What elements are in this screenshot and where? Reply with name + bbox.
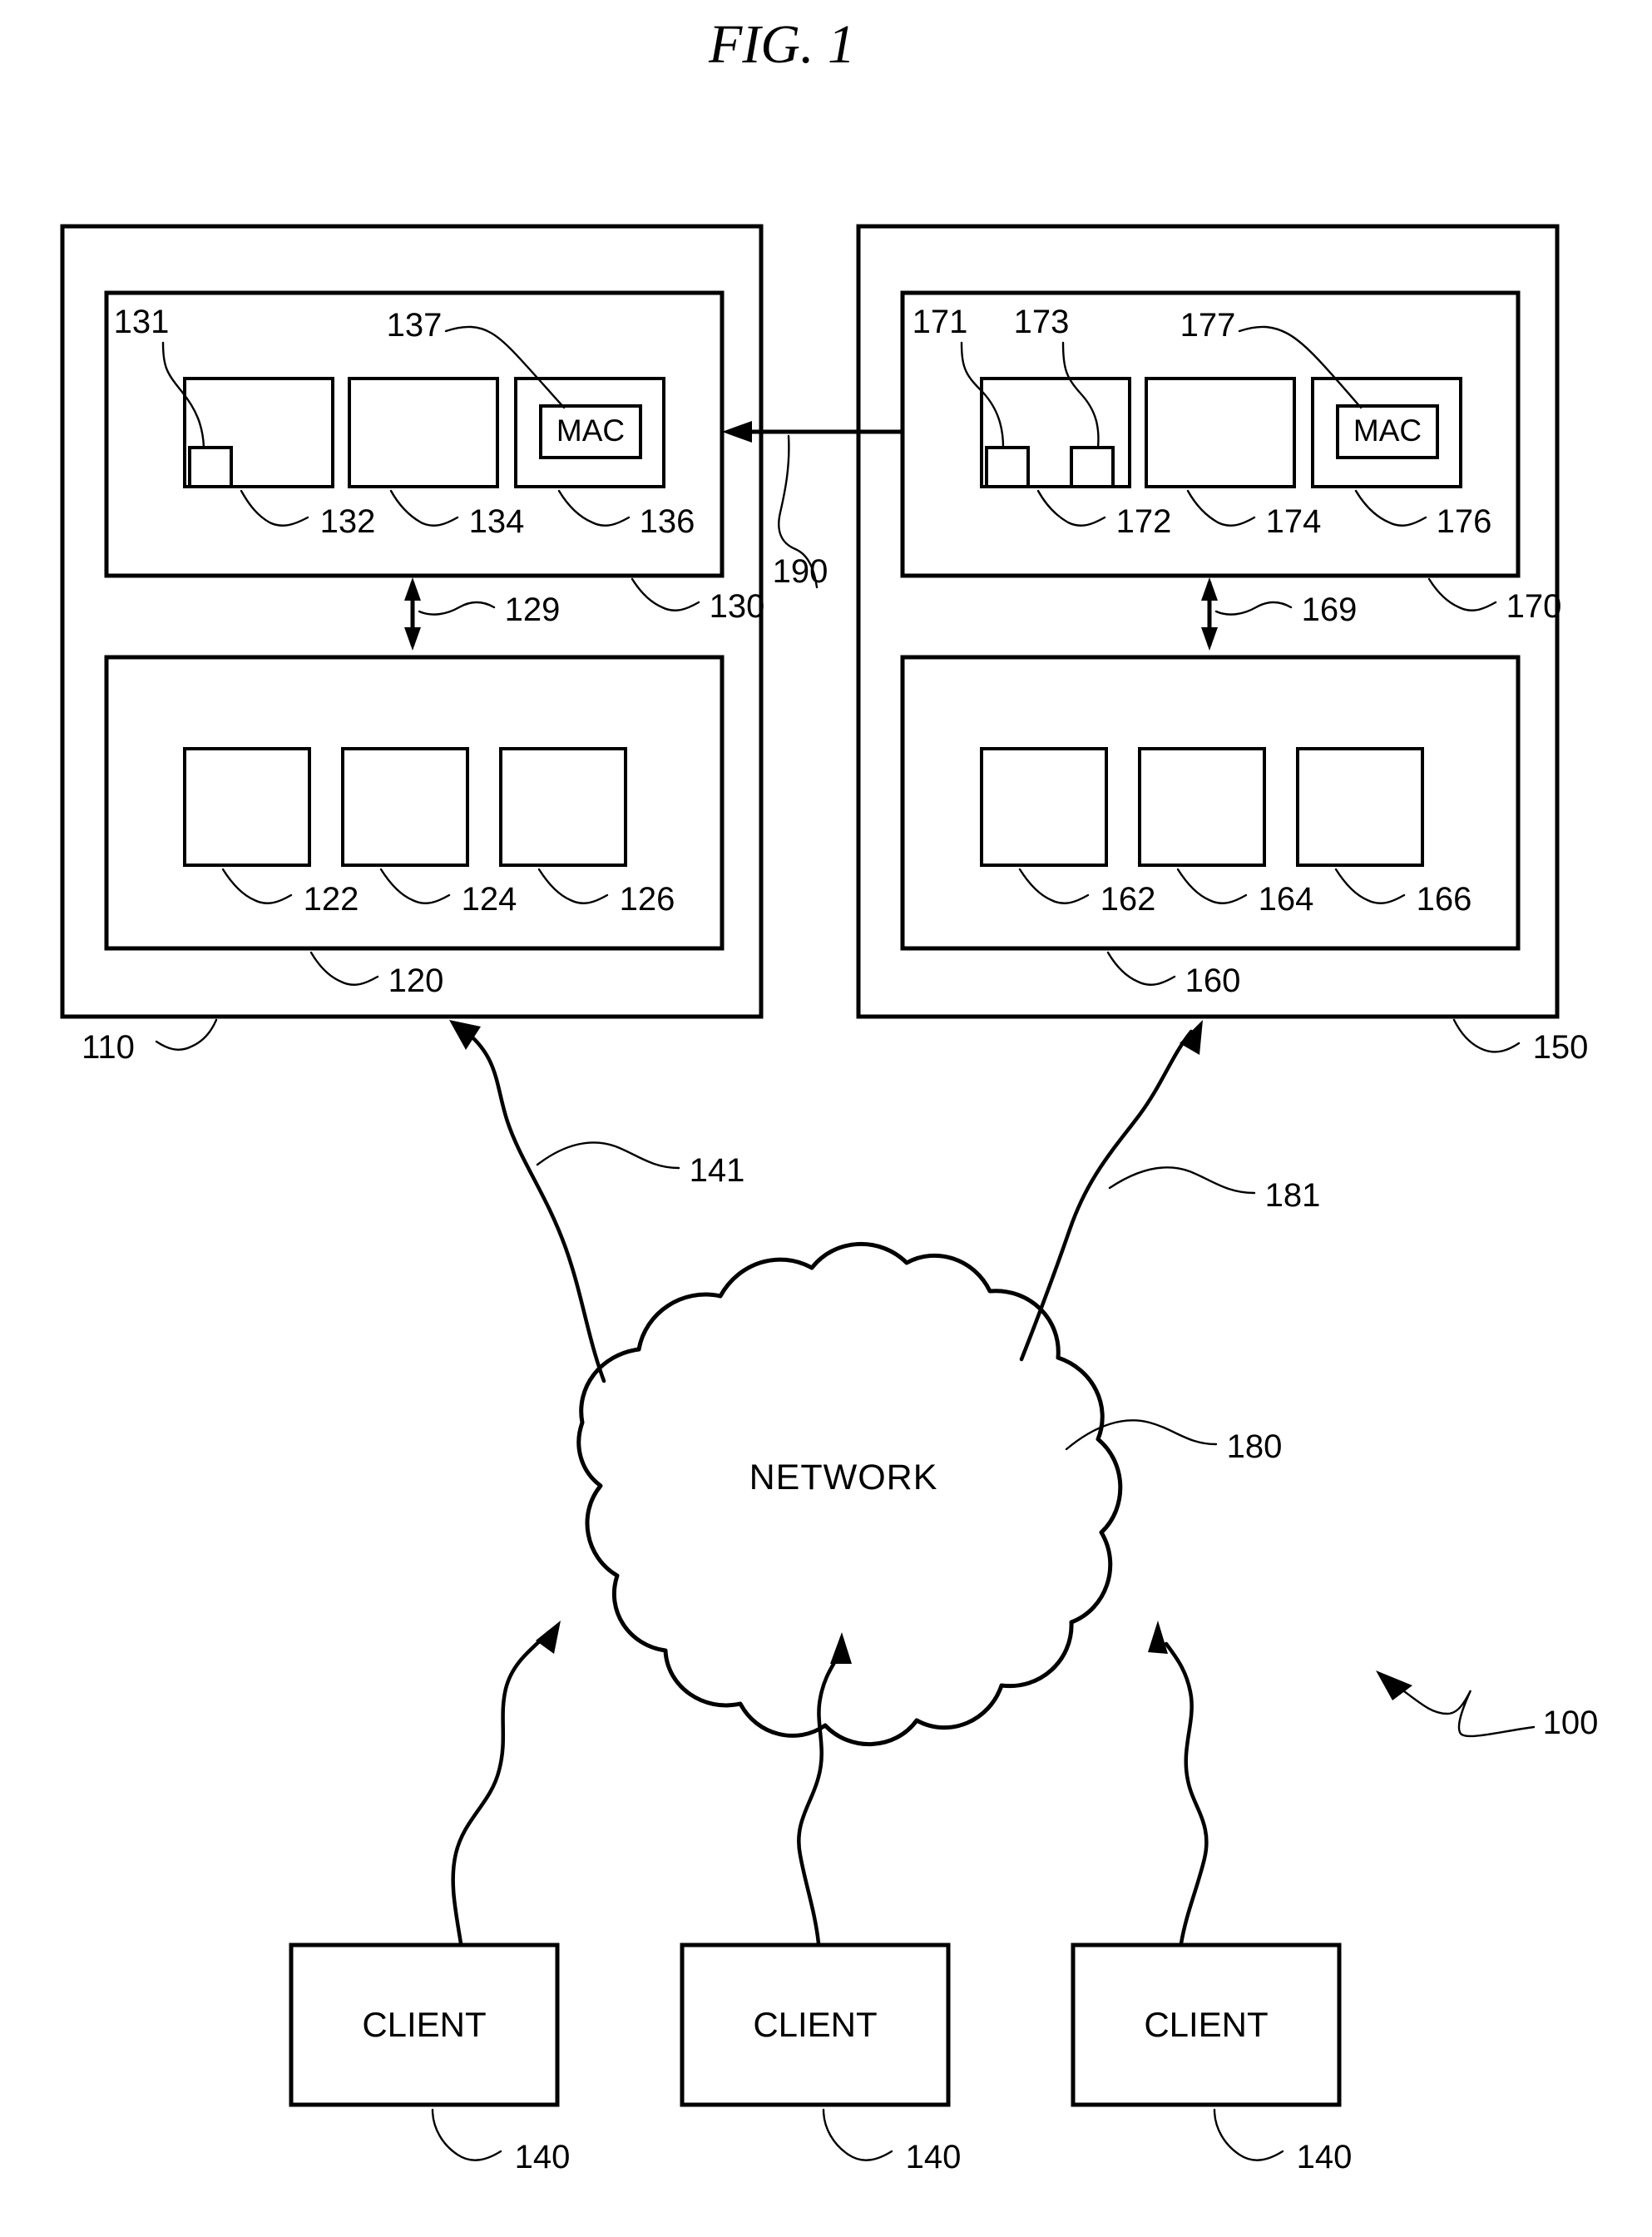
- ref-141: 141: [690, 1152, 745, 1189]
- left-box-126: [499, 747, 627, 867]
- ref-124: 124: [462, 881, 517, 918]
- ref-172: 172: [1116, 503, 1172, 540]
- client-link-3: [1148, 1621, 1209, 1946]
- ref-169: 169: [1302, 591, 1358, 628]
- ref-166: 166: [1417, 881, 1472, 918]
- ref-140-3: 140: [1297, 2139, 1353, 2175]
- ref-131: 131: [114, 304, 170, 340]
- link-141: [449, 1020, 606, 1383]
- right-box-164: [1138, 747, 1266, 867]
- ref-137: 137: [387, 307, 443, 344]
- ref-120: 120: [388, 963, 444, 999]
- leader-150: [1452, 1018, 1521, 1053]
- right-box-174: [1145, 377, 1296, 488]
- ref-140-2: 140: [906, 2139, 962, 2175]
- left-box-124: [341, 747, 469, 867]
- leader-140-1: [431, 2108, 502, 2161]
- right-subbox-173: [1070, 446, 1115, 488]
- leader-140-3: [1213, 2108, 1284, 2161]
- ref-140-1: 140: [515, 2139, 571, 2175]
- ref-190: 190: [773, 553, 828, 590]
- ref-129: 129: [505, 591, 561, 628]
- leader-181: [1108, 1166, 1256, 1195]
- right-box-162: [980, 747, 1108, 867]
- ref-180: 180: [1227, 1428, 1283, 1465]
- link-181: [1019, 1020, 1203, 1362]
- leader-141: [536, 1141, 680, 1170]
- ref-173: 173: [1014, 304, 1070, 340]
- patent-figure: FIG. 1 MAC 131 137 132 134 136 130 129 1…: [0, 0, 1652, 2237]
- client-label-1: CLIENT: [362, 2005, 486, 2044]
- leader-140-2: [822, 2108, 893, 2161]
- figure-title: FIG. 1: [708, 14, 855, 75]
- ref-150: 150: [1533, 1029, 1589, 1066]
- left-subbox-131: [188, 446, 233, 488]
- left-mac-label: MAC: [556, 413, 625, 448]
- ref-174: 174: [1266, 503, 1322, 540]
- ref-170: 170: [1506, 588, 1562, 625]
- ref-126: 126: [620, 881, 675, 918]
- ref-177: 177: [1180, 307, 1236, 344]
- right-box-166: [1296, 747, 1424, 867]
- ref-181: 181: [1265, 1177, 1321, 1214]
- ref-176: 176: [1437, 503, 1492, 540]
- ref-164: 164: [1259, 881, 1314, 918]
- ref-134: 134: [469, 503, 525, 540]
- client-link-1: [451, 1621, 561, 1946]
- ref-100: 100: [1543, 1705, 1599, 1741]
- right-mac-label: MAC: [1353, 413, 1422, 448]
- network-label: NETWORK: [749, 1458, 938, 1497]
- left-box-122: [183, 747, 311, 867]
- left-box-134: [348, 377, 499, 488]
- ref-122: 122: [304, 881, 359, 918]
- client-label-3: CLIENT: [1144, 2005, 1268, 2044]
- ref-162: 162: [1101, 881, 1156, 918]
- client-label-2: CLIENT: [753, 2005, 877, 2044]
- ref-132: 132: [320, 503, 376, 540]
- ref-160: 160: [1185, 963, 1241, 999]
- ref-171: 171: [913, 304, 968, 340]
- right-subbox-171: [985, 446, 1030, 488]
- leader-110: [155, 1018, 218, 1051]
- overall-system-pointer: [1376, 1670, 1536, 1738]
- ref-130: 130: [710, 588, 765, 625]
- ref-136: 136: [640, 503, 695, 540]
- ref-110: 110: [82, 1029, 135, 1066]
